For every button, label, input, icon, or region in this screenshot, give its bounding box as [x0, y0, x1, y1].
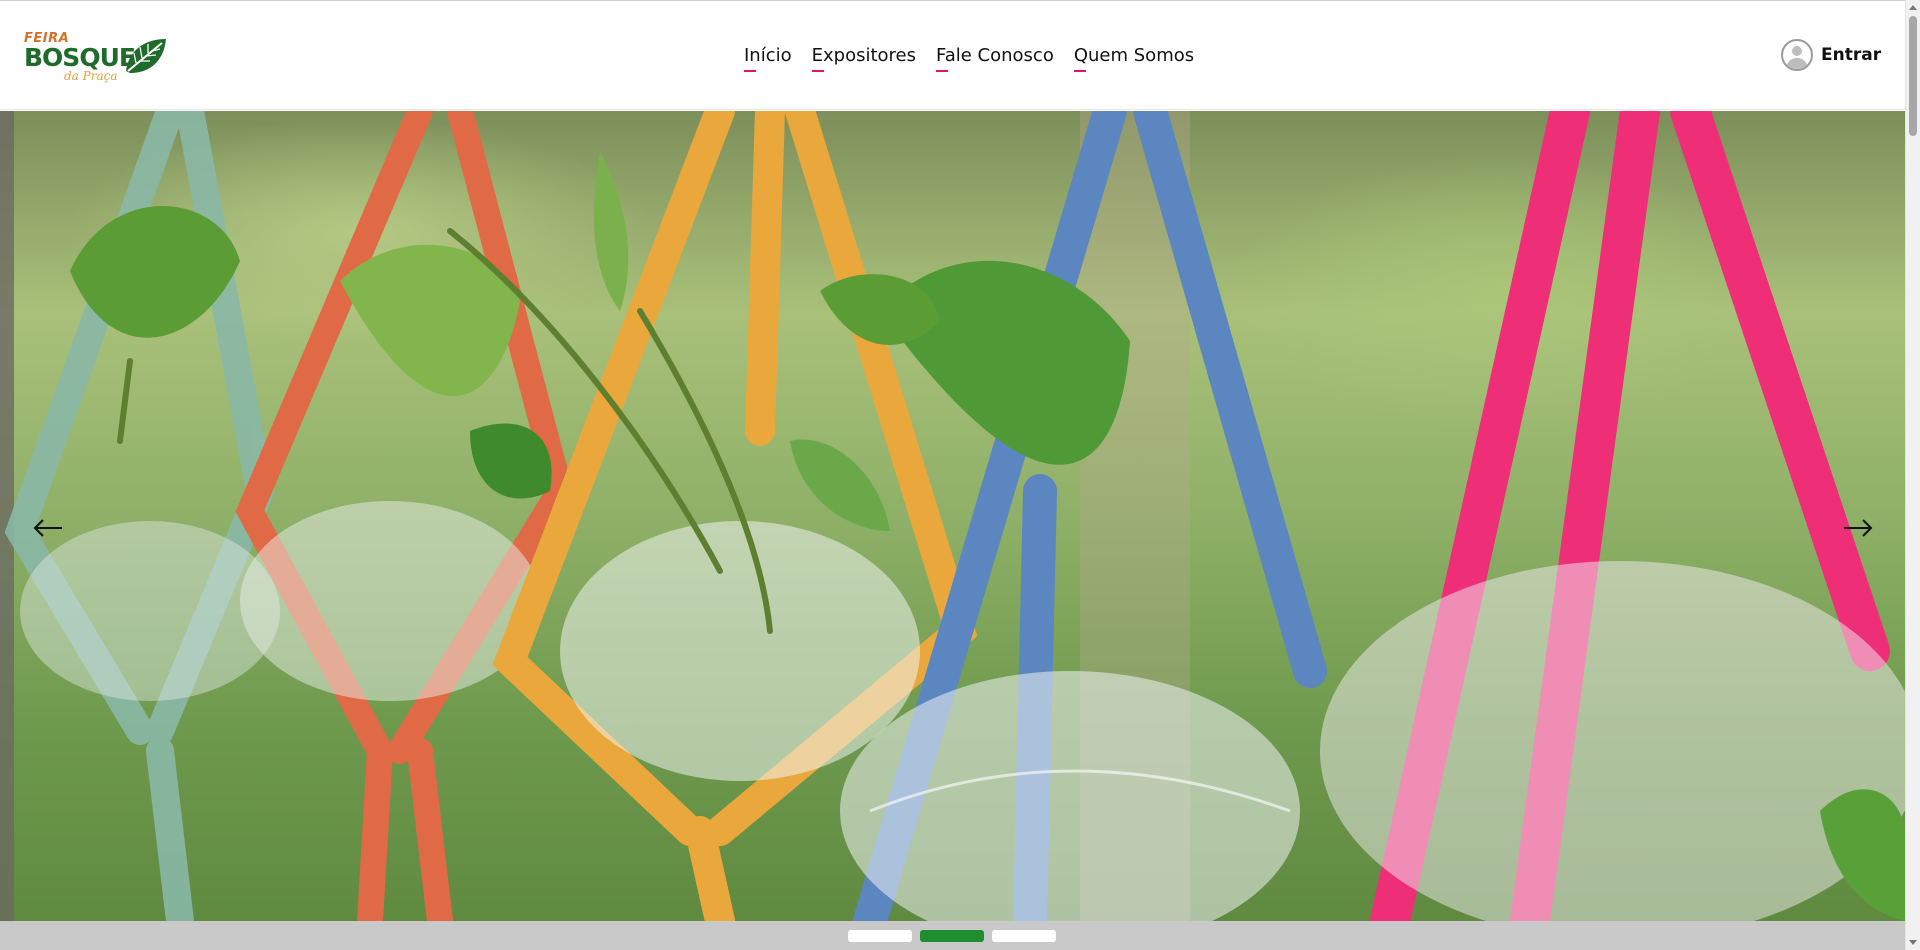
scrollbar-thumb[interactable] [1909, 16, 1917, 136]
main-nav: Início Expositores Fale Conosco Quem Som… [744, 45, 1194, 72]
page: FEIRA BOSQUE da Praça Início Expositores… [0, 0, 1905, 950]
logo-word-bosque: BOSQUE [24, 43, 136, 72]
site-header: FEIRA BOSQUE da Praça Início Expositores… [0, 0, 1905, 110]
arrow-left-icon [33, 519, 62, 537]
nav-link-expositores[interactable]: Expositores [811, 45, 916, 72]
scroll-up-icon[interactable] [1909, 5, 1917, 10]
leaf-icon [126, 39, 166, 73]
carousel-dot-1[interactable] [848, 930, 912, 942]
scroll-down-icon[interactable] [1909, 940, 1917, 945]
carousel-dot-2[interactable] [920, 930, 984, 942]
user-avatar-icon [1781, 39, 1813, 71]
hero-image [0, 111, 1905, 921]
login-label: Entrar [1821, 45, 1882, 65]
hero-carousel [0, 111, 1905, 921]
logo-script: da Praça [64, 69, 118, 83]
page-scrollbar[interactable] [1905, 0, 1920, 950]
carousel-prev-button[interactable] [26, 511, 70, 545]
carousel-next-button[interactable] [1836, 511, 1880, 545]
nav-link-fale-conosco[interactable]: Fale Conosco [936, 45, 1054, 72]
nav-link-quem-somos[interactable]: Quem Somos [1073, 45, 1194, 72]
login-button[interactable]: Entrar [1781, 39, 1881, 71]
nav-link-inicio[interactable]: Início [744, 45, 792, 72]
brand-logo[interactable]: FEIRA BOSQUE da Praça [24, 29, 174, 89]
arrow-right-icon [1844, 519, 1873, 537]
carousel-indicators [848, 930, 1056, 942]
carousel-dot-3[interactable] [992, 930, 1056, 942]
